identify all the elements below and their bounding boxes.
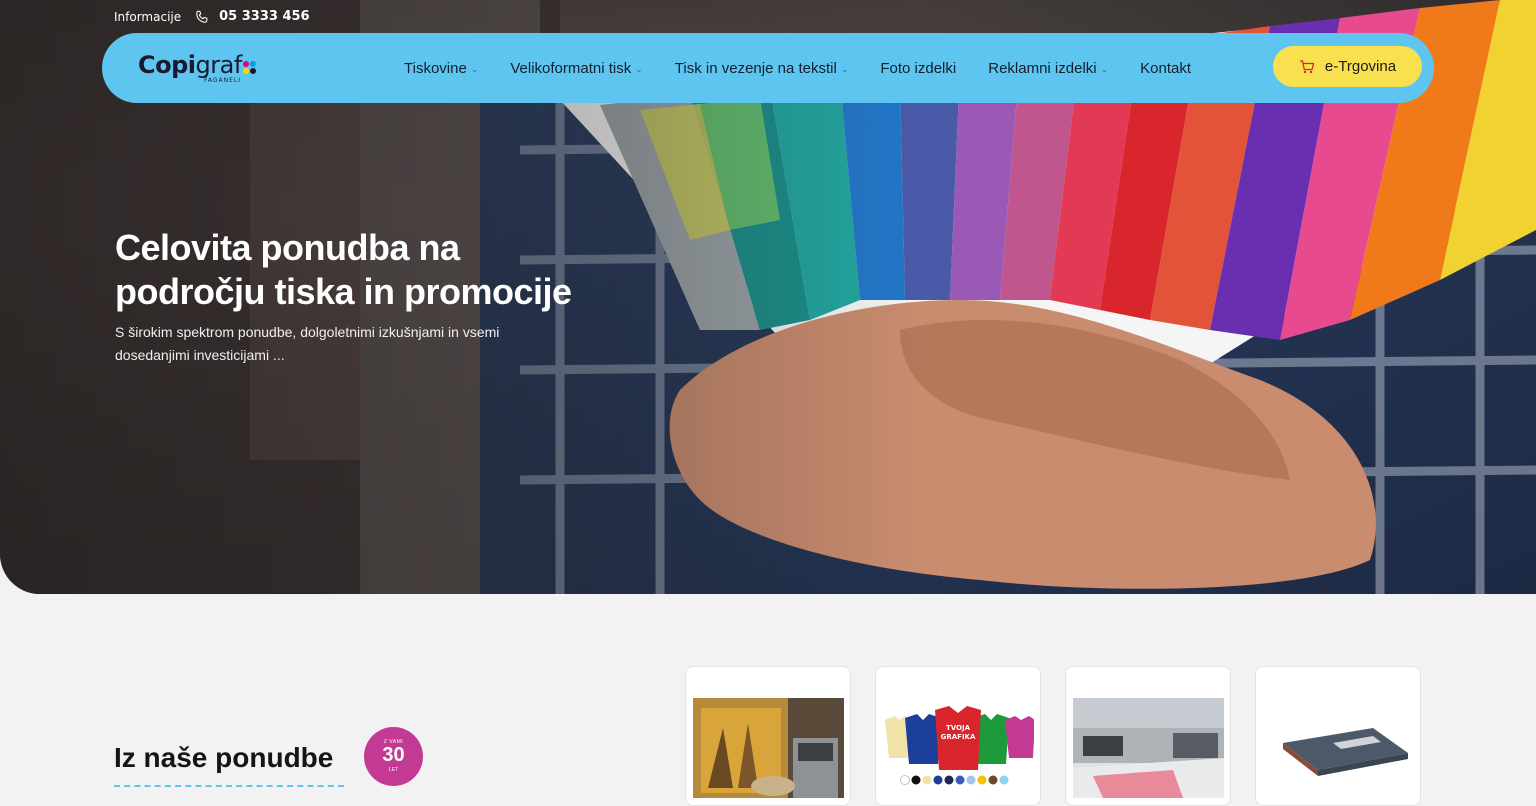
nav-item-reklamni-izdelki[interactable]: Reklamni izdelki ⌄ <box>988 60 1108 77</box>
main-navbar: Copigraf FAGANELI Tiskovine ⌄ Velikoforma… <box>102 33 1434 103</box>
shirt-text-2: GRAFIKA <box>941 733 976 741</box>
card-image-tshirts: TVOJA GRAFIKA <box>883 698 1034 798</box>
chevron-down-icon: ⌄ <box>635 64 643 74</box>
nav-label: Tiskovine <box>404 59 467 77</box>
nav-label: Reklamni izdelki <box>988 59 1097 77</box>
card-image-wall-print <box>693 698 844 798</box>
chevron-down-icon: ⌄ <box>840 64 849 74</box>
logo-subtitle: FAGANELI <box>204 77 242 84</box>
hero-title-line-2: področju tiska in promocije <box>115 271 572 312</box>
nav-label: Kontakt <box>1140 59 1192 77</box>
card-image-catalogs <box>1263 698 1414 798</box>
logo-text-bold: Copi <box>138 51 196 79</box>
logo-wordmark: Copigraf <box>138 51 242 79</box>
cart-icon <box>1299 59 1315 73</box>
shirt-text-1: TVOJA <box>946 724 971 732</box>
offer-card-textile-print[interactable]: TVOJA GRAFIKA <box>875 666 1041 806</box>
main-menu: Tiskovine ⌄ Velikoformatni tisk ⌄ Tisk in … <box>404 33 1223 103</box>
badge-bottom-text: LET <box>388 767 399 773</box>
offer-card-wall-print[interactable] <box>685 666 851 806</box>
hero-lead-text: S širokim spektrom ponudbe, dolgoletnimi… <box>115 324 500 363</box>
nav-item-tiskovine[interactable]: Tiskovine ⌄ <box>404 60 478 77</box>
chevron-down-icon: ⌄ <box>470 64 479 74</box>
logo-dots-icon <box>242 59 257 75</box>
hero-title: Celovita ponudba na področju tiska in pr… <box>115 226 635 314</box>
offer-section-title: Iz naše ponudbe <box>114 742 334 773</box>
top-info-bar: Informacije 05 3333 456 <box>114 9 310 24</box>
nav-item-velikoformatni-tisk[interactable]: Velikoformatni tisk ⌄ <box>510 60 642 77</box>
nav-label: Velikoformatni tisk <box>510 59 632 77</box>
phone-icon <box>196 10 208 23</box>
hero-title-line-1: Celovita ponudba na <box>115 227 460 268</box>
info-link[interactable]: Informacije <box>114 10 181 24</box>
offer-card-catalogs[interactable] <box>1255 666 1421 806</box>
site-logo[interactable]: Copigraf FAGANELI <box>138 51 257 84</box>
nav-item-tisk-in-vezenje[interactable]: Tisk in vezenje na tekstil ⌄ <box>675 60 849 77</box>
nav-label: Foto izdelki <box>880 59 957 77</box>
chevron-down-icon: ⌄ <box>1100 64 1109 74</box>
badge-number: 30 <box>382 744 405 766</box>
e-shop-label: e-Trgovina <box>1324 58 1397 75</box>
section-title-underline <box>114 785 344 787</box>
hero-banner: Informacije 05 3333 456 Copigraf FAGANEL… <box>0 0 1536 594</box>
anniversary-badge: Z VAMI 30 LET <box>364 727 423 786</box>
offer-card-print-hall[interactable] <box>1065 666 1231 806</box>
card-image-print-hall <box>1073 698 1224 798</box>
phone-number-link[interactable]: 05 3333 456 <box>219 9 309 24</box>
logo-text-light: graf <box>195 51 243 79</box>
nav-item-foto-izdelki[interactable]: Foto izdelki <box>880 60 956 77</box>
e-shop-button[interactable]: e-Trgovina <box>1273 46 1422 87</box>
nav-label: Tisk in vezenje na tekstil <box>674 59 837 77</box>
nav-item-kontakt[interactable]: Kontakt <box>1140 60 1191 77</box>
